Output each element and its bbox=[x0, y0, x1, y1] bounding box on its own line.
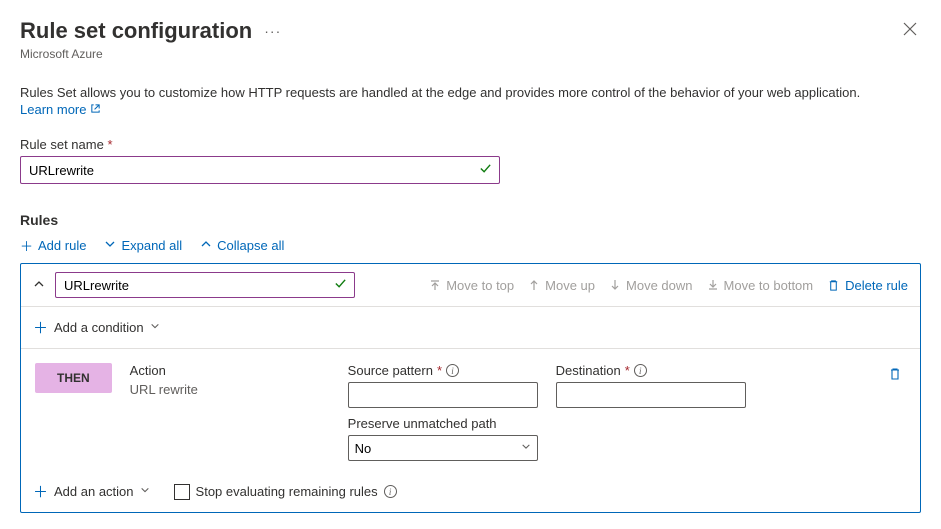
chevron-down-icon bbox=[140, 485, 150, 498]
add-condition-button[interactable]: ＋ Add a condition bbox=[33, 317, 160, 338]
stop-evaluating-checkbox-label[interactable]: Stop evaluating remaining rules i bbox=[174, 484, 397, 500]
expand-all-button[interactable]: Expand all bbox=[104, 238, 182, 253]
plus-icon: ＋ bbox=[33, 481, 48, 502]
move-up-button: Move up bbox=[528, 278, 595, 293]
description-text: Rules Set allows you to customize how HT… bbox=[20, 85, 921, 100]
trash-icon bbox=[888, 367, 902, 381]
info-icon[interactable]: i bbox=[384, 485, 397, 498]
valid-check-icon bbox=[334, 277, 347, 293]
chevron-down-icon bbox=[150, 321, 160, 334]
preserve-path-label: Preserve unmatched path bbox=[348, 416, 746, 431]
page-title: Rule set configuration bbox=[20, 18, 252, 44]
valid-check-icon bbox=[479, 162, 492, 178]
info-icon[interactable]: i bbox=[634, 364, 647, 377]
action-heading: Action bbox=[130, 363, 330, 378]
collapse-rule-button[interactable] bbox=[33, 278, 45, 293]
learn-more-label: Learn more bbox=[20, 102, 86, 117]
close-button[interactable] bbox=[899, 16, 921, 45]
delete-action-button[interactable] bbox=[884, 363, 906, 389]
add-action-button[interactable]: ＋ Add an action bbox=[33, 481, 150, 502]
delete-rule-button[interactable]: Delete rule bbox=[827, 278, 908, 293]
close-icon bbox=[903, 22, 917, 36]
move-down-button: Move down bbox=[609, 278, 692, 293]
move-to-bottom-button: Move to bottom bbox=[707, 278, 814, 293]
collapse-all-button[interactable]: Collapse all bbox=[200, 238, 284, 253]
chevron-up-icon bbox=[33, 278, 45, 290]
rule-card: Move to top Move up Move down Move to bo… bbox=[20, 263, 921, 513]
source-pattern-label: Source pattern * i bbox=[348, 363, 538, 378]
required-indicator: * bbox=[437, 363, 442, 378]
arrow-top-icon bbox=[429, 279, 441, 291]
external-link-icon bbox=[90, 103, 101, 117]
add-rule-button[interactable]: ＋ Add rule bbox=[20, 236, 86, 255]
source-pattern-input[interactable] bbox=[348, 382, 538, 408]
ruleset-name-input[interactable] bbox=[20, 156, 500, 184]
chevron-up-icon bbox=[200, 238, 212, 253]
then-badge: THEN bbox=[35, 363, 112, 393]
page-subtitle: Microsoft Azure bbox=[20, 47, 921, 61]
learn-more-link[interactable]: Learn more bbox=[20, 102, 101, 117]
plus-icon: ＋ bbox=[33, 317, 48, 338]
info-icon[interactable]: i bbox=[446, 364, 459, 377]
required-indicator: * bbox=[625, 363, 630, 378]
chevron-down-icon bbox=[104, 238, 116, 253]
rule-name-input[interactable] bbox=[55, 272, 355, 298]
required-indicator: * bbox=[107, 137, 112, 152]
rules-section-title: Rules bbox=[20, 212, 921, 228]
arrow-bottom-icon bbox=[707, 279, 719, 291]
checkbox-unchecked[interactable] bbox=[174, 484, 190, 500]
action-type: URL rewrite bbox=[130, 382, 330, 397]
destination-input[interactable] bbox=[556, 382, 746, 408]
more-options-icon[interactable]: ··· bbox=[264, 23, 281, 39]
preserve-path-select[interactable]: No bbox=[348, 435, 538, 461]
plus-icon: ＋ bbox=[20, 236, 33, 255]
arrow-down-icon bbox=[609, 279, 621, 291]
trash-icon bbox=[827, 279, 840, 292]
ruleset-name-label: Rule set name * bbox=[20, 137, 921, 152]
destination-label: Destination * i bbox=[556, 363, 746, 378]
arrow-up-icon bbox=[528, 279, 540, 291]
move-to-top-button: Move to top bbox=[429, 278, 514, 293]
